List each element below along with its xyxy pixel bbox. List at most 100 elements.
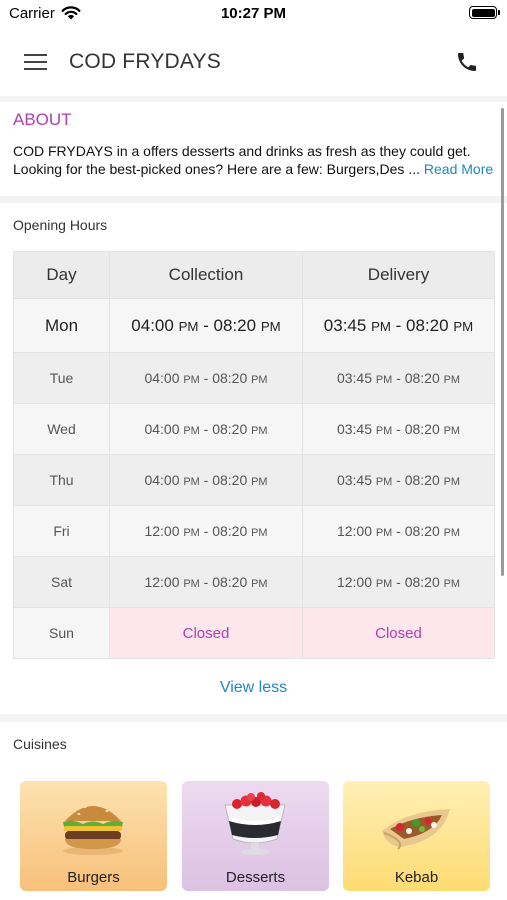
- table-row: Mon 04:00 PM - 08:20 PM 03:45 PM - 08:20 P…: [13, 298, 495, 353]
- battery-icon: [469, 6, 500, 19]
- collection-time-cell: 04:00 PM - 08:20 PM: [109, 298, 303, 353]
- pm-label: PM: [251, 425, 268, 437]
- status-bar: Carrier 10:27 PM: [0, 0, 507, 30]
- table-row: Sat 12:00 PM - 08:20 PM 12:00 PM - 08:20 P…: [13, 556, 495, 608]
- burger-icon: [63, 804, 123, 855]
- day-cell: Sat: [13, 556, 110, 608]
- about-title: ABOUT: [13, 110, 72, 129]
- opening-hours-table: Day Collection Delivery Mon 04:00 PM - 08…: [13, 251, 495, 659]
- day-cell: Mon: [13, 298, 110, 353]
- pm-label: PM: [375, 425, 393, 437]
- day-cell: Sun: [13, 607, 110, 659]
- cuisine-card-burgers[interactable]: Burgers: [20, 781, 167, 891]
- end-time: 08:20: [212, 472, 248, 488]
- about-line-2: Looking for the best-picked ones? Here a…: [13, 160, 498, 178]
- pm-label: PM: [443, 425, 461, 437]
- day-cell: Wed: [13, 403, 110, 455]
- start-time: 12:00: [336, 574, 373, 590]
- pm-label: PM: [251, 527, 268, 539]
- cuisine-card-kebab[interactable]: Kebab: [343, 781, 490, 891]
- hamburger-menu-icon[interactable]: [24, 52, 48, 72]
- delivery-time-cell: 03:45 PM - 08:20 PM: [302, 352, 495, 404]
- header-day: Day: [13, 251, 110, 299]
- collection-time-cell: 12:00 PM - 08:20 PM: [109, 556, 303, 608]
- app-header: COD FRYDAYS: [0, 30, 507, 96]
- pm-label: PM: [375, 527, 393, 539]
- end-time: 08:20: [212, 370, 248, 386]
- day-cell: Fri: [13, 505, 110, 557]
- collection-time-cell: 04:00 PM - 08:20 PM: [109, 454, 303, 506]
- pm-label: PM: [183, 578, 200, 590]
- kebab-wrap-icon: [382, 809, 450, 850]
- collection-time-cell: 04:00 PM - 08:20 PM: [109, 403, 303, 455]
- delivery-time-cell: Closed: [302, 607, 495, 659]
- divider: [0, 714, 507, 722]
- end-time: 08:20: [212, 574, 248, 590]
- pm-label: PM: [443, 527, 461, 539]
- cuisine-label-burgers: Burgers: [67, 869, 120, 886]
- end-time: 08:20: [212, 523, 248, 539]
- pm-label: PM: [375, 374, 393, 386]
- end-time: 08:20: [404, 523, 440, 539]
- start-time: 12:00: [144, 574, 180, 590]
- start-time: 03:45: [336, 472, 373, 488]
- start-time: 12:00: [336, 523, 373, 539]
- delivery-time-cell: 03:45 PM - 08:20 PM: [302, 298, 495, 353]
- delivery-time-cell: 03:45 PM - 08:20 PM: [302, 403, 495, 455]
- pm-label: PM: [453, 318, 474, 334]
- pm-label: PM: [443, 374, 461, 386]
- start-time: 04:00: [131, 315, 174, 335]
- end-time: 08:20: [404, 370, 440, 386]
- pm-label: PM: [371, 318, 391, 334]
- end-time: 08:20: [213, 315, 257, 335]
- pm-label: PM: [251, 374, 268, 386]
- end-time: 08:20: [404, 421, 440, 437]
- status-time: 10:27 PM: [220, 5, 287, 22]
- start-time: 03:45: [336, 370, 373, 386]
- day-cell: Tue: [13, 352, 110, 404]
- table-row: Sun Closed Closed: [13, 607, 495, 659]
- about-section: ABOUT COD FRYDAYS in a offers desserts a…: [0, 102, 507, 196]
- start-time: 04:00: [144, 370, 180, 386]
- pm-label: PM: [251, 476, 268, 488]
- pm-label: PM: [443, 476, 461, 488]
- opening-hours-section: Opening Hours Day Collection Delivery Mo…: [0, 203, 507, 714]
- end-time: 08:20: [212, 421, 248, 437]
- opening-hours-title: Opening Hours: [13, 217, 108, 233]
- phone-icon[interactable]: [455, 50, 479, 74]
- pm-label: PM: [375, 578, 393, 590]
- table-row: Tue 04:00 PM - 08:20 PM 03:45 PM - 08:20 P…: [13, 352, 495, 404]
- cuisines-section: Cuisines Burgers Desserts Kebab: [0, 722, 507, 900]
- day-cell: Thu: [13, 454, 110, 506]
- pm-label: PM: [183, 374, 200, 386]
- end-time: 08:20: [404, 574, 440, 590]
- cuisine-card-desserts[interactable]: Desserts: [182, 781, 329, 891]
- cuisine-label-desserts: Desserts: [225, 869, 286, 886]
- scrollbar[interactable]: [501, 108, 504, 576]
- read-more-link[interactable]: Read More: [424, 161, 493, 177]
- pm-label: PM: [183, 476, 200, 488]
- dessert-cup-icon: [224, 792, 286, 855]
- start-time: 04:00: [144, 472, 180, 488]
- table-header-row: Day Collection Delivery: [13, 251, 495, 299]
- table-row: Thu 04:00 PM - 08:20 PM 03:45 PM - 08:20 P…: [13, 454, 495, 506]
- delivery-time-cell: 12:00 PM - 08:20 PM: [302, 505, 495, 557]
- pm-label: PM: [375, 476, 393, 488]
- collection-time-cell: 12:00 PM - 08:20 PM: [109, 505, 303, 557]
- divider: [0, 196, 507, 203]
- cuisine-label-kebab: Kebab: [394, 869, 439, 886]
- delivery-time-cell: 03:45 PM - 08:20 PM: [302, 454, 495, 506]
- cuisines-title: Cuisines: [13, 736, 67, 752]
- about-line-1: COD FRYDAYS in a offers desserts and dri…: [13, 143, 471, 159]
- table-row: Wed 04:00 PM - 08:20 PM 03:45 PM - 08:20 P…: [13, 403, 495, 455]
- page-title: COD FRYDAYS: [69, 50, 221, 73]
- delivery-time-cell: 12:00 PM - 08:20 PM: [302, 556, 495, 608]
- start-time: 03:45: [323, 315, 367, 335]
- header-collection: Collection: [109, 251, 303, 299]
- view-less-button[interactable]: View less: [0, 679, 507, 697]
- pm-label: PM: [260, 318, 281, 334]
- pm-label: PM: [443, 578, 461, 590]
- about-line-2-text: Looking for the best-picked ones? Here a…: [13, 161, 420, 177]
- pm-label: PM: [178, 318, 199, 334]
- pm-label: PM: [183, 425, 200, 437]
